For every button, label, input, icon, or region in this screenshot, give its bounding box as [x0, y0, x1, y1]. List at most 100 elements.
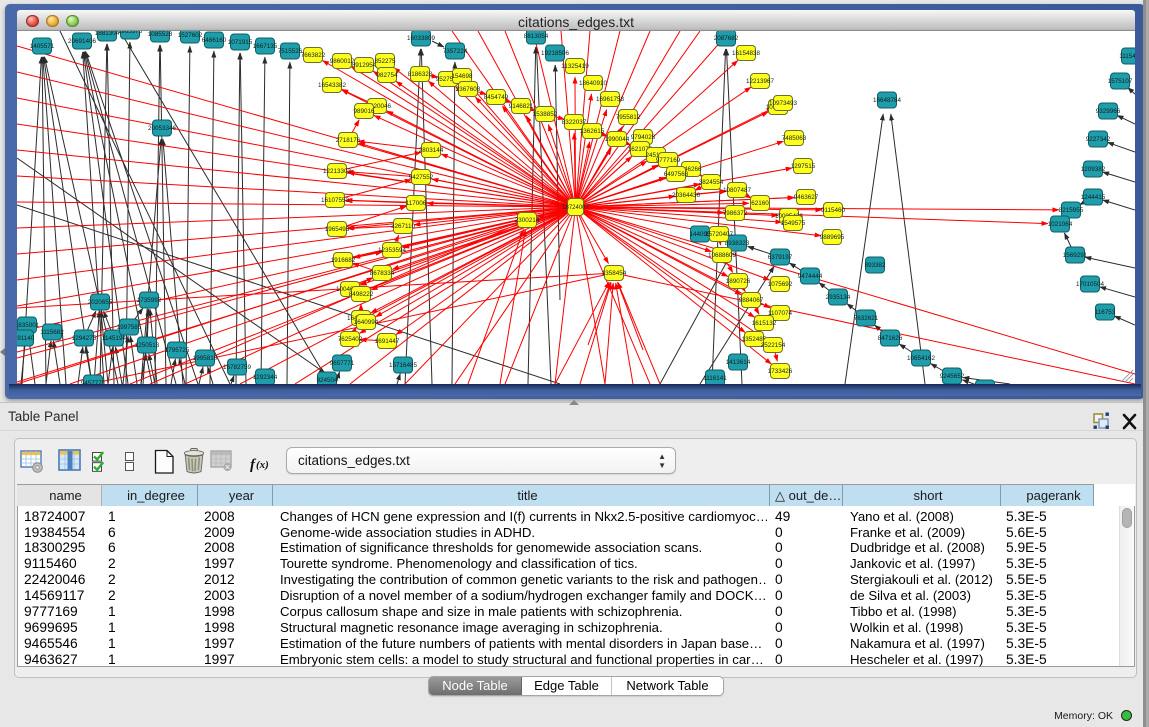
svg-text:2718176: 2718176 — [336, 137, 361, 144]
svg-text:1116141: 1116141 — [703, 375, 727, 382]
svg-text:1358454: 1358454 — [602, 270, 627, 277]
svg-text:3267110: 3267110 — [391, 223, 416, 230]
svg-text:1575107: 1575107 — [1108, 78, 1133, 85]
svg-text:7955812: 7955812 — [616, 114, 641, 121]
svg-text:982754: 982754 — [376, 72, 398, 79]
svg-text:6466160: 6466160 — [202, 37, 227, 44]
svg-text:12213967: 12213967 — [746, 78, 775, 85]
svg-text:117006: 117006 — [406, 200, 427, 207]
svg-text:1297515: 1297515 — [791, 163, 816, 170]
svg-text:16543382: 16543382 — [318, 82, 347, 89]
svg-text:8678334: 8678334 — [370, 270, 395, 277]
svg-text:1527602: 1527602 — [178, 32, 203, 39]
svg-text:1538852: 1538852 — [533, 111, 558, 118]
svg-text:2803144: 2803144 — [419, 147, 444, 154]
svg-text:12353594: 12353594 — [378, 247, 407, 254]
svg-text:1733426: 1733426 — [768, 368, 793, 375]
svg-text:154698: 154698 — [451, 73, 473, 80]
svg-text:9329966: 9329966 — [1096, 108, 1121, 115]
svg-text:2935134: 2935134 — [826, 294, 851, 301]
svg-text:1916682: 1916682 — [331, 257, 356, 264]
svg-text:16107553: 16107553 — [321, 197, 350, 204]
svg-text:9474444: 9474444 — [798, 273, 823, 280]
svg-text:1145194: 1145194 — [102, 335, 127, 342]
svg-text:2367608: 2367608 — [456, 86, 481, 93]
svg-text:7357224: 7357224 — [443, 48, 468, 55]
svg-text:116753: 116753 — [1095, 309, 1116, 316]
svg-text:8938323: 8938323 — [725, 240, 750, 247]
svg-text:852275: 852275 — [374, 58, 396, 65]
svg-text:391140: 391140 — [17, 335, 35, 342]
svg-text:9457771: 9457771 — [81, 380, 106, 384]
svg-text:10688609: 10688609 — [708, 252, 737, 259]
svg-text:924504: 924504 — [316, 377, 338, 384]
svg-text:1209382: 1209382 — [1081, 166, 1106, 173]
svg-text:1115682: 1115682 — [40, 329, 64, 336]
svg-text:10654162: 10654162 — [907, 355, 936, 362]
svg-text:7485063: 7485063 — [782, 135, 807, 142]
svg-text:1965375: 1965375 — [118, 31, 143, 35]
svg-text:16648784: 16648784 — [873, 97, 902, 104]
svg-text:989016: 989016 — [353, 108, 375, 115]
svg-text:1413614: 1413614 — [726, 359, 751, 366]
svg-text:6379197: 6379197 — [768, 254, 793, 261]
svg-text:19218506: 19218506 — [541, 50, 570, 57]
svg-text:1640994: 1640994 — [354, 319, 379, 326]
svg-text:1965493: 1965493 — [325, 226, 350, 233]
svg-text:16961758: 16961758 — [596, 96, 625, 103]
svg-text:8186328: 8186328 — [408, 71, 433, 78]
svg-text:2300214: 2300214 — [515, 217, 540, 224]
svg-text:11325419: 11325419 — [561, 63, 589, 70]
svg-text:1691447: 1691447 — [375, 338, 400, 345]
svg-text:(x): (x) — [256, 459, 269, 471]
svg-text:1735992: 1735992 — [137, 297, 162, 304]
svg-text:8912954: 8912954 — [352, 62, 377, 69]
svg-text:16154838: 16154838 — [732, 50, 761, 57]
svg-text:9777169: 9777169 — [656, 157, 681, 164]
svg-text:1881304: 1881304 — [95, 31, 120, 37]
svg-text:7632621: 7632621 — [854, 315, 879, 322]
svg-text:18640910: 18640910 — [579, 80, 608, 87]
svg-text:17010504: 17010504 — [1076, 281, 1105, 288]
svg-text:8454749: 8454749 — [484, 94, 509, 101]
svg-text:9889695: 9889695 — [820, 234, 845, 241]
svg-text:1990044: 1990044 — [605, 136, 630, 143]
svg-text:1997585: 1997585 — [117, 324, 142, 331]
svg-text:8498222: 8498222 — [349, 291, 374, 298]
svg-text:1995810: 1995810 — [193, 355, 218, 362]
svg-text:9115460: 9115460 — [821, 207, 846, 214]
svg-text:7663822: 7663822 — [301, 52, 326, 59]
svg-text:1362615: 1362615 — [580, 128, 605, 135]
svg-text:7625402: 7625402 — [338, 336, 363, 343]
svg-text:1795725: 1795725 — [165, 347, 190, 354]
svg-text:10807487: 10807487 — [723, 187, 752, 194]
svg-text:1835001: 1835001 — [17, 322, 40, 329]
svg-text:1549575: 1549575 — [781, 220, 806, 227]
svg-text:20691406: 20691406 — [68, 38, 97, 45]
svg-text:20364436: 20364436 — [672, 192, 701, 199]
svg-text:15716485: 15716485 — [389, 362, 418, 369]
svg-text:1075692: 1075692 — [768, 281, 793, 288]
svg-text:2020655: 2020655 — [88, 299, 113, 306]
svg-text:7515526: 7515526 — [278, 48, 303, 55]
svg-text:1890726: 1890726 — [726, 278, 751, 285]
svg-text:1569291: 1569291 — [1063, 252, 1088, 259]
svg-text:7986372: 7986372 — [723, 210, 748, 217]
svg-text:6497568: 6497568 — [664, 171, 689, 178]
svg-text:62160: 62160 — [751, 200, 769, 207]
svg-text:8471626: 8471626 — [878, 335, 903, 342]
svg-text:1405571: 1405571 — [30, 43, 55, 50]
svg-text:893382: 893382 — [864, 262, 886, 269]
svg-text:15720407: 15720407 — [705, 231, 734, 238]
svg-text:1250513: 1250513 — [135, 342, 160, 349]
svg-text:8215955: 8215955 — [1059, 207, 1084, 214]
svg-text:1294275: 1294275 — [72, 335, 97, 342]
svg-text:9427552: 9427552 — [409, 174, 434, 181]
svg-text:18724007: 18724007 — [562, 205, 589, 211]
svg-text:9146821: 9146821 — [509, 103, 534, 110]
svg-text:9794028: 9794028 — [631, 134, 656, 141]
svg-text:10973493: 10973493 — [769, 100, 798, 107]
svg-text:16782759: 16782759 — [223, 364, 252, 371]
svg-text:9884067: 9884067 — [739, 297, 764, 304]
svg-text:2087682: 2087682 — [714, 35, 739, 42]
